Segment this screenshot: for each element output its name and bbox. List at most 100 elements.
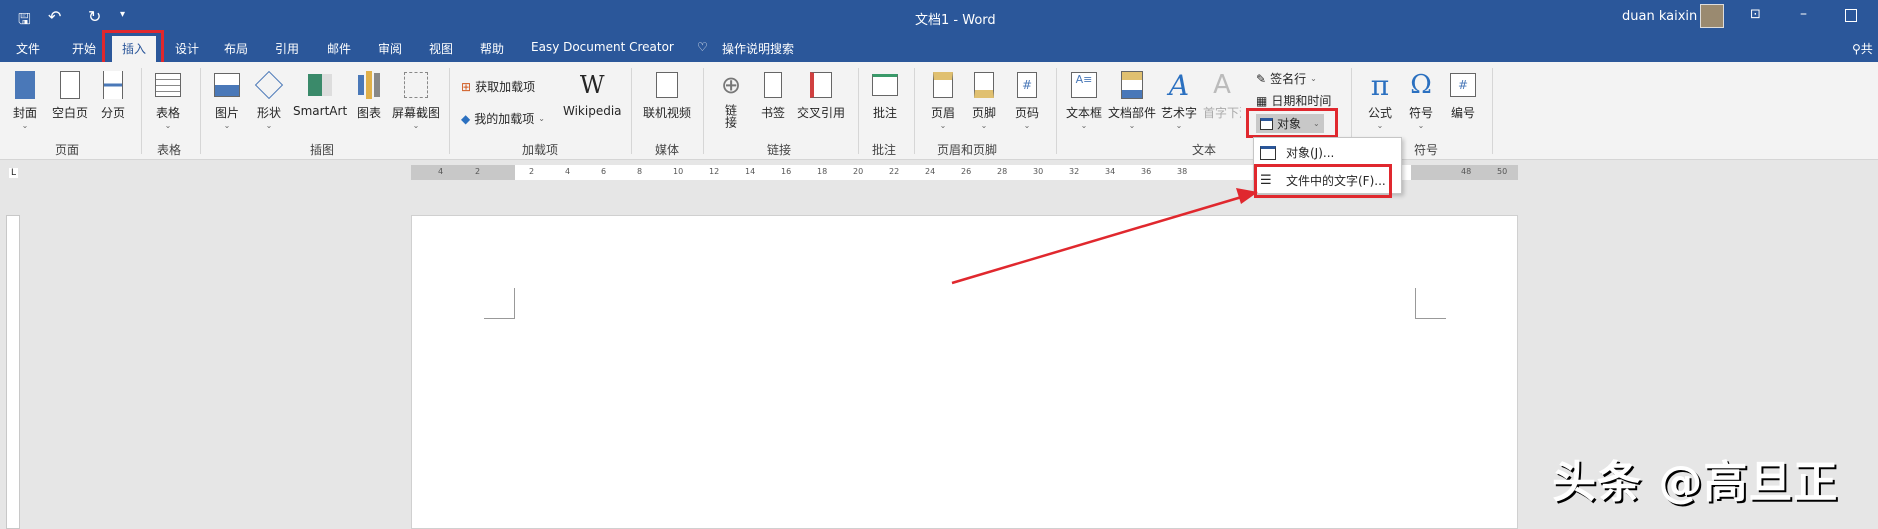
label: 对象(J)... (1286, 146, 1335, 160)
quick-parts-icon (1119, 70, 1145, 100)
divider (858, 68, 859, 154)
label: 图片 (214, 106, 239, 120)
page-number-button[interactable]: # 页码 ⌄ (1014, 70, 1040, 130)
ruler-tick-label: 18 (817, 167, 828, 176)
label: 文本框 (1066, 106, 1103, 120)
redo-icon[interactable]: ↻ (88, 7, 101, 26)
user-name[interactable]: duan kaixin (1622, 9, 1697, 24)
label: 符号 (1408, 106, 1433, 120)
wordart-icon: A (1168, 68, 1190, 102)
date-time-button[interactable]: ▦ 日期和时间 (1256, 92, 1331, 109)
ruler-tick-label: 36 (1141, 167, 1152, 176)
tab-help[interactable]: 帮助 (480, 40, 504, 57)
highlight-text-from-file (1254, 164, 1392, 198)
ruler-tick-label: 30 (1033, 167, 1044, 176)
lightbulb-icon: ♡ (697, 40, 708, 54)
tab-easy-document-creator[interactable]: Easy Document Creator (531, 40, 674, 54)
label: 交叉引用 (797, 106, 846, 120)
screenshot-button[interactable]: 屏幕截图 ⌄ (392, 70, 440, 130)
group-pages: 页面 (55, 143, 80, 157)
object-icon (1260, 145, 1276, 160)
page-break-button[interactable]: 分页 (100, 70, 126, 121)
title-bar: 🖫 ↶ ↻ ▾ 文档1 - Word duan kaixin ⊡ – (0, 0, 1878, 34)
blank-page-button[interactable]: 空白页 (52, 70, 88, 121)
document-page[interactable] (411, 215, 1518, 529)
minimize-icon[interactable]: – (1800, 6, 1807, 22)
footer-icon (971, 70, 997, 100)
ruler-tick-label: 14 (745, 167, 756, 176)
tab-layout[interactable]: 布局 (224, 40, 248, 57)
label: Wikipedia (563, 104, 622, 118)
signature-line-button[interactable]: ✎ 签名行 ⌄ (1256, 70, 1317, 87)
comment-button[interactable]: 批注 (872, 70, 898, 121)
ribbon-display-icon[interactable]: ⊡ (1750, 7, 1761, 22)
undo-icon[interactable]: ↶ (48, 7, 61, 26)
divider (200, 68, 201, 154)
table-icon (155, 70, 181, 100)
my-addins-button[interactable]: ◆ 我的加载项 ⌄ (461, 110, 545, 127)
label: 封面 (12, 106, 37, 120)
ruler-tick-label: 26 (961, 167, 972, 176)
online-video-button[interactable]: 联机视频 (643, 70, 691, 121)
symbol-button[interactable]: Ω 符号 ⌄ (1408, 70, 1434, 130)
cover-page-button[interactable]: 封面 ⌄ (12, 70, 38, 130)
ruler-tick-label: 22 (889, 167, 900, 176)
footer-button[interactable]: 页脚 ⌄ (971, 70, 997, 130)
quick-parts-button[interactable]: 文档部件 ⌄ (1108, 70, 1156, 130)
group-header-footer: 页眉和页脚 (937, 143, 998, 157)
label: 书签 (760, 106, 785, 120)
maximize-icon[interactable] (1845, 9, 1857, 22)
shapes-button[interactable]: 形状 ⌄ (254, 70, 284, 130)
vertical-ruler[interactable] (6, 215, 20, 529)
tab-references[interactable]: 引用 (275, 40, 299, 57)
customize-icon[interactable]: ▾ (120, 9, 125, 20)
label: 我的加载项 (474, 112, 535, 126)
chart-button[interactable]: 图表 (356, 70, 382, 121)
group-links: 链接 (767, 143, 792, 157)
tab-mailings[interactable]: 邮件 (327, 40, 351, 57)
equation-button[interactable]: π 公式 ⌄ (1367, 69, 1393, 131)
wordart-button[interactable]: A 艺术字 ⌄ (1161, 68, 1197, 131)
wikipedia-button[interactable]: W Wikipedia (563, 70, 622, 118)
label: 批注 (872, 106, 897, 120)
share-button[interactable]: ⚲共 (1852, 40, 1873, 57)
tab-selector[interactable]: L (9, 168, 19, 178)
link-button[interactable]: ⊕ 链接 (716, 70, 746, 131)
cross-reference-button[interactable]: 交叉引用 (797, 70, 845, 121)
save-icon[interactable]: 🖫 (18, 9, 31, 34)
tell-me-search[interactable]: 操作说明搜索 (722, 40, 794, 57)
ruler-tick-label: 6 (601, 167, 607, 176)
bookmark-button[interactable]: 书签 (760, 70, 786, 121)
divider (631, 68, 632, 154)
tab-design[interactable]: 设计 (175, 40, 199, 57)
label: 公式 (1367, 106, 1392, 120)
smartart-button[interactable]: SmartArt (293, 70, 347, 118)
page-number-icon: # (1014, 70, 1040, 100)
table-button[interactable]: 表格 ⌄ (155, 70, 181, 130)
divider (1056, 68, 1057, 154)
comment-icon (872, 70, 898, 100)
blank-page-icon (57, 70, 83, 100)
globe-link-icon: ⊕ (720, 71, 742, 99)
header-button[interactable]: 页眉 ⌄ (930, 70, 956, 130)
get-addins-button[interactable]: ⊞ 获取加载项 (461, 78, 535, 95)
pictures-button[interactable]: 图片 ⌄ (214, 70, 240, 130)
tab-home[interactable]: 开始 (72, 40, 96, 57)
tab-review[interactable]: 审阅 (378, 40, 402, 57)
label: 文档部件 (1108, 106, 1157, 120)
margin-corner-left (484, 288, 515, 319)
text-box-button[interactable]: A≡ 文本框 ⌄ (1066, 70, 1102, 130)
ruler-tick-label: 48 (1461, 167, 1472, 176)
video-icon (654, 70, 680, 100)
drop-cap-button[interactable]: A 首字下沉 (1203, 70, 1241, 121)
number-button[interactable]: # 编号 (1450, 70, 1476, 121)
label: 编号 (1450, 106, 1475, 120)
menu-item-object[interactable]: 对象(J)... (1260, 144, 1334, 161)
label: 链接 (723, 104, 738, 128)
store-icon: ⊞ (461, 79, 472, 94)
tab-file[interactable]: 文件 (16, 40, 40, 57)
divider (1492, 68, 1493, 154)
label: 空白页 (52, 106, 89, 120)
avatar[interactable] (1700, 4, 1724, 28)
tab-view[interactable]: 视图 (429, 40, 453, 57)
